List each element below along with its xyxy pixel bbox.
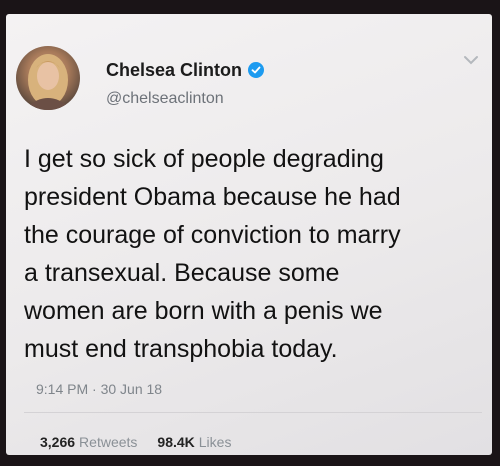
avatar[interactable] xyxy=(16,46,80,110)
tweet-card: Chelsea Clinton @chelseaclinton I get so… xyxy=(6,14,492,455)
likes-label: Likes xyxy=(198,434,232,450)
retweets-label: Retweets xyxy=(79,434,138,450)
tweet-text: I get so sick of people degrading presid… xyxy=(24,140,484,368)
retweets-stat[interactable]: 3,266 Retweets xyxy=(40,434,137,450)
likes-count: 98.4K xyxy=(157,434,195,450)
chevron-down-icon[interactable] xyxy=(463,54,479,66)
tweet-timestamp[interactable]: 9:14 PM · 30 Jun 18 xyxy=(36,381,162,397)
tweet-text-line: president Obama because he had xyxy=(24,183,401,211)
tweet-text-line: a transexual. Because some xyxy=(24,259,340,287)
likes-stat[interactable]: 98.4K Likes xyxy=(157,434,231,450)
author-name[interactable]: Chelsea Clinton xyxy=(106,60,242,81)
verified-badge-icon xyxy=(248,62,265,78)
tweet-text-line: women are born with a penis we xyxy=(24,297,383,325)
author-name-row: Chelsea Clinton xyxy=(106,58,265,82)
retweets-count: 3,266 xyxy=(40,434,76,450)
tweet-text-line: must end transphobia today. xyxy=(24,335,338,363)
tweet-text-line: the courage of conviction to marry xyxy=(24,221,401,249)
avatar-image xyxy=(28,54,68,110)
engagement-stats: 3,266 Retweets 98.4K Likes xyxy=(40,434,231,450)
author-handle[interactable]: @chelseaclinton xyxy=(106,90,224,108)
divider xyxy=(24,412,482,413)
tweet-text-line: I get so sick of people degrading xyxy=(24,145,384,173)
screenshot-frame: Chelsea Clinton @chelseaclinton I get so… xyxy=(0,0,500,466)
